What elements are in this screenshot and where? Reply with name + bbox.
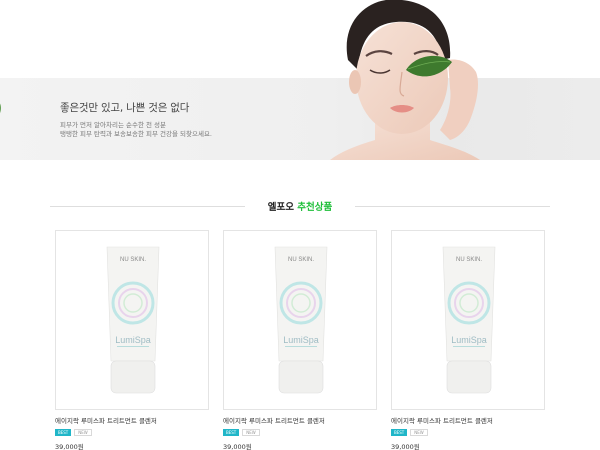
new-badge: NEW — [242, 429, 260, 436]
product-image[interactable]: NU SKIN. LumiSpa — [391, 230, 545, 410]
badge-group: BEST NEW — [55, 429, 209, 436]
product-card[interactable]: NU SKIN. LumiSpa 에이지락 루미스파 트리트먼트 클렌저 BES… — [223, 230, 377, 450]
section-brand: 엘포오 — [267, 202, 294, 213]
tube-brand-text: NU SKIN. — [288, 257, 314, 263]
leaf-decoration-icon — [0, 103, 1, 113]
best-badge: BEST — [223, 429, 240, 436]
hero-subtext: 탱탱한 피부 탄력과 보송보송한 피부 건강을 되찾으세요. — [60, 130, 213, 138]
section-heading: 추천상품 — [297, 202, 333, 213]
tube-line-text: LumiSpa — [451, 335, 487, 345]
section-title: 엘포오 추천상품 — [50, 198, 550, 214]
badge-group: BEST NEW — [391, 429, 545, 436]
tube-line-text: LumiSpa — [115, 335, 151, 345]
product-list: NU SKIN. LumiSpa 에이지락 루미스파 트리트먼트 클렌저 BES… — [55, 230, 545, 450]
badge-group: BEST NEW — [223, 429, 377, 436]
product-name[interactable]: 에이지락 루미스파 트리트먼트 클렌저 — [55, 415, 209, 425]
product-price: 39,000원 — [55, 443, 84, 450]
new-badge: NEW — [410, 429, 428, 436]
new-badge: NEW — [74, 429, 92, 436]
product-tube-image: NU SKIN. LumiSpa — [106, 246, 160, 394]
divider — [355, 206, 550, 207]
best-badge: BEST — [55, 429, 72, 436]
product-name[interactable]: 에이지락 루미스파 트리트먼트 클렌저 — [223, 415, 377, 425]
product-card[interactable]: NU SKIN. LumiSpa 에이지락 루미스파 트리트먼트 클렌저 BES… — [55, 230, 209, 450]
hero-headline: 좋은것만 있고, 나쁜 것은 없다 — [60, 102, 190, 114]
product-card[interactable]: NU SKIN. LumiSpa 에이지락 루미스파 트리트먼트 클렌저 BES… — [391, 230, 545, 450]
product-tube-image: NU SKIN. LumiSpa — [442, 246, 496, 394]
product-name[interactable]: 에이지락 루미스파 트리트먼트 클렌저 — [391, 415, 545, 425]
best-badge: BEST — [391, 429, 408, 436]
tube-line-text: LumiSpa — [283, 335, 319, 345]
tube-brand-text: NU SKIN. — [456, 257, 482, 263]
product-tube-image: NU SKIN. LumiSpa — [274, 246, 328, 394]
tube-brand-text: NU SKIN. — [120, 257, 146, 263]
hero-banner: 좋은것만 있고, 나쁜 것은 없다 피부가 먼저 알아차리는 순수한 천 성분 … — [0, 0, 600, 160]
product-image[interactable]: NU SKIN. LumiSpa — [55, 230, 209, 410]
model-photo — [330, 0, 480, 160]
product-price: 39,000원 — [391, 443, 420, 450]
product-image[interactable]: NU SKIN. LumiSpa — [223, 230, 377, 410]
product-price: 39,000원 — [223, 443, 252, 450]
